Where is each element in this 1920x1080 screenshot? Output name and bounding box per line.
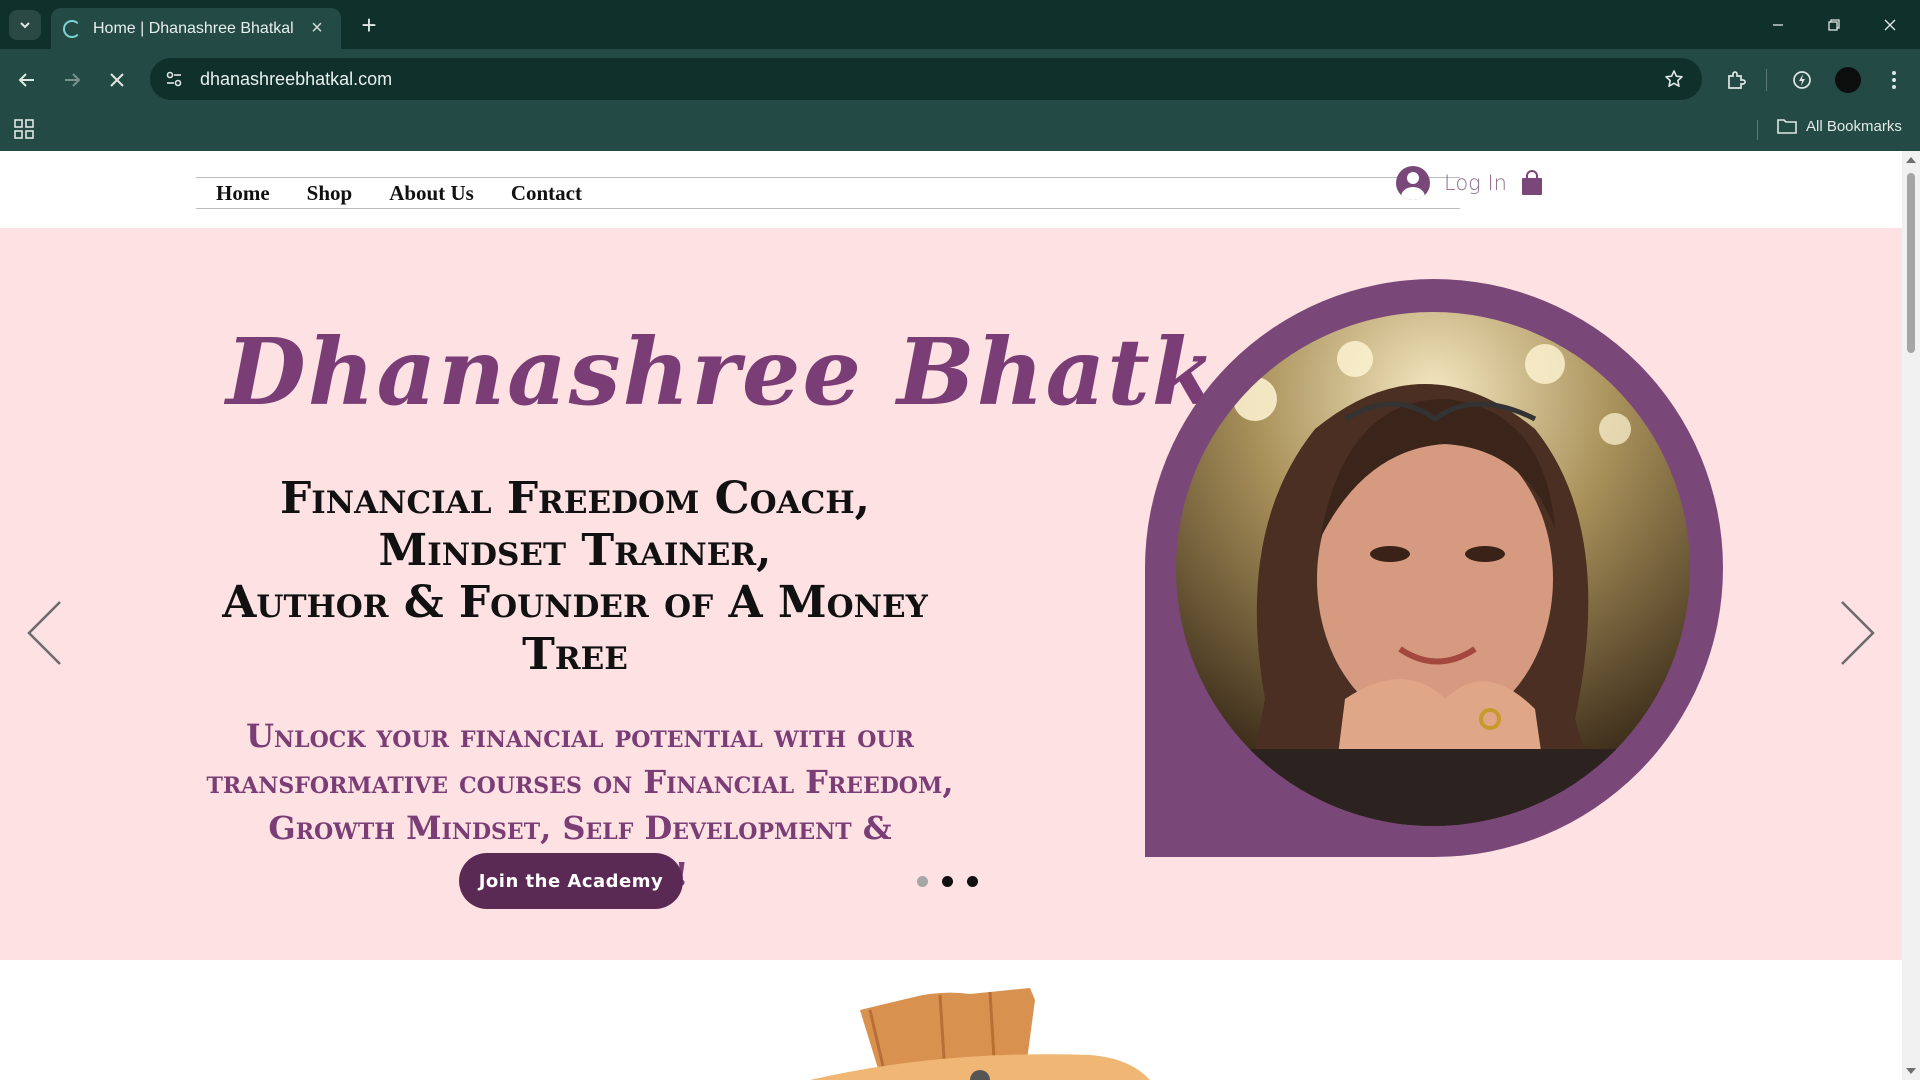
page-scrollbar[interactable] [1902, 151, 1920, 1080]
profile-button[interactable] [1830, 62, 1866, 98]
tab-strip: Home | Dhanashree Bhatkal × + [0, 0, 1920, 49]
book-illustration [810, 988, 1150, 1080]
site-header: Home Shop About Us Contact Log In [0, 151, 1902, 228]
stop-icon [110, 73, 124, 87]
site-info-icon[interactable] [156, 61, 192, 97]
loading-spinner-icon [63, 19, 81, 38]
login-button[interactable]: Log In [1396, 166, 1507, 200]
nav-shop[interactable]: Shop [307, 181, 353, 206]
tab-title: Home | Dhanashree Bhatkal [93, 19, 294, 37]
chevron-left-icon[interactable] [24, 598, 64, 668]
login-label: Log In [1444, 171, 1507, 195]
star-icon [1665, 70, 1683, 87]
apps-icon[interactable] [12, 117, 36, 141]
restore-icon [1828, 19, 1840, 31]
all-bookmarks-button[interactable]: All Bookmarks [1776, 117, 1902, 135]
back-icon [18, 73, 34, 87]
nav-contact[interactable]: Contact [511, 181, 582, 206]
shopping-bag-icon[interactable] [1521, 170, 1543, 196]
nav-about-us[interactable]: About Us [389, 181, 474, 206]
scroll-thumb[interactable] [1907, 173, 1915, 353]
browser-toolbar: dhanashreebhatkal.com [0, 49, 1920, 109]
all-bookmarks-label: All Bookmarks [1806, 117, 1902, 135]
chevron-right-icon[interactable] [1838, 598, 1878, 668]
folder-icon [1777, 119, 1797, 134]
bookmarks-bar: All Bookmarks [0, 109, 1920, 151]
stop-button[interactable] [99, 62, 135, 98]
next-section [0, 960, 1902, 1080]
vpn-extension-button[interactable] [1784, 62, 1820, 98]
chevron-down-icon [20, 22, 30, 29]
extensions-button[interactable] [1718, 62, 1754, 98]
founder-portrait [1145, 279, 1723, 857]
minimize-icon [1773, 24, 1783, 26]
join-academy-button[interactable]: Join the Academy [459, 853, 683, 909]
scroll-down-arrow[interactable] [1906, 1068, 1916, 1074]
nav-home[interactable]: Home [216, 181, 270, 206]
hero-tagline-line1: Financial Freedom Coach, Mindset Trainer… [280, 473, 870, 576]
close-icon[interactable]: × [305, 17, 329, 40]
new-tab-button[interactable]: + [354, 10, 384, 40]
vpn-icon [1793, 71, 1811, 89]
back-button[interactable] [9, 62, 45, 98]
close-window-button[interactable] [1862, 8, 1918, 42]
bookmark-star-button[interactable] [1654, 59, 1694, 99]
slide-dot[interactable] [917, 876, 928, 887]
more-vert-icon [1892, 71, 1896, 89]
active-tab[interactable]: Home | Dhanashree Bhatkal × [51, 8, 341, 49]
close-icon [1884, 19, 1896, 31]
browser-menu-button[interactable] [1876, 62, 1912, 98]
forward-button[interactable] [54, 62, 90, 98]
address-bar[interactable]: dhanashreebhatkal.com [150, 58, 1702, 100]
portrait-frame [1145, 279, 1723, 932]
toolbar-divider [1766, 69, 1767, 91]
slide-dot[interactable] [942, 876, 953, 887]
bookmarks-divider [1757, 120, 1758, 140]
profile-avatar [1835, 67, 1861, 93]
forward-icon [65, 73, 81, 87]
slide-dot[interactable] [967, 876, 978, 887]
restore-button[interactable] [1806, 8, 1862, 42]
hero-tagline-line2: Author & Founder of A Money Tree [222, 577, 928, 680]
slide-indicator [917, 876, 992, 887]
extensions-icon [1728, 71, 1746, 89]
scroll-up-arrow[interactable] [1906, 157, 1916, 163]
site-nav: Home Shop About Us Contact [196, 177, 1460, 209]
minimize-button[interactable] [1750, 8, 1806, 42]
user-avatar-icon [1396, 166, 1430, 200]
url-text: dhanashreebhatkal.com [200, 68, 393, 89]
hero-tagline: Financial Freedom Coach, Mindset Trainer… [200, 473, 950, 681]
tab-search-button[interactable] [9, 10, 41, 40]
page-viewport: Home Shop About Us Contact Log In Dhanas… [0, 151, 1902, 1080]
